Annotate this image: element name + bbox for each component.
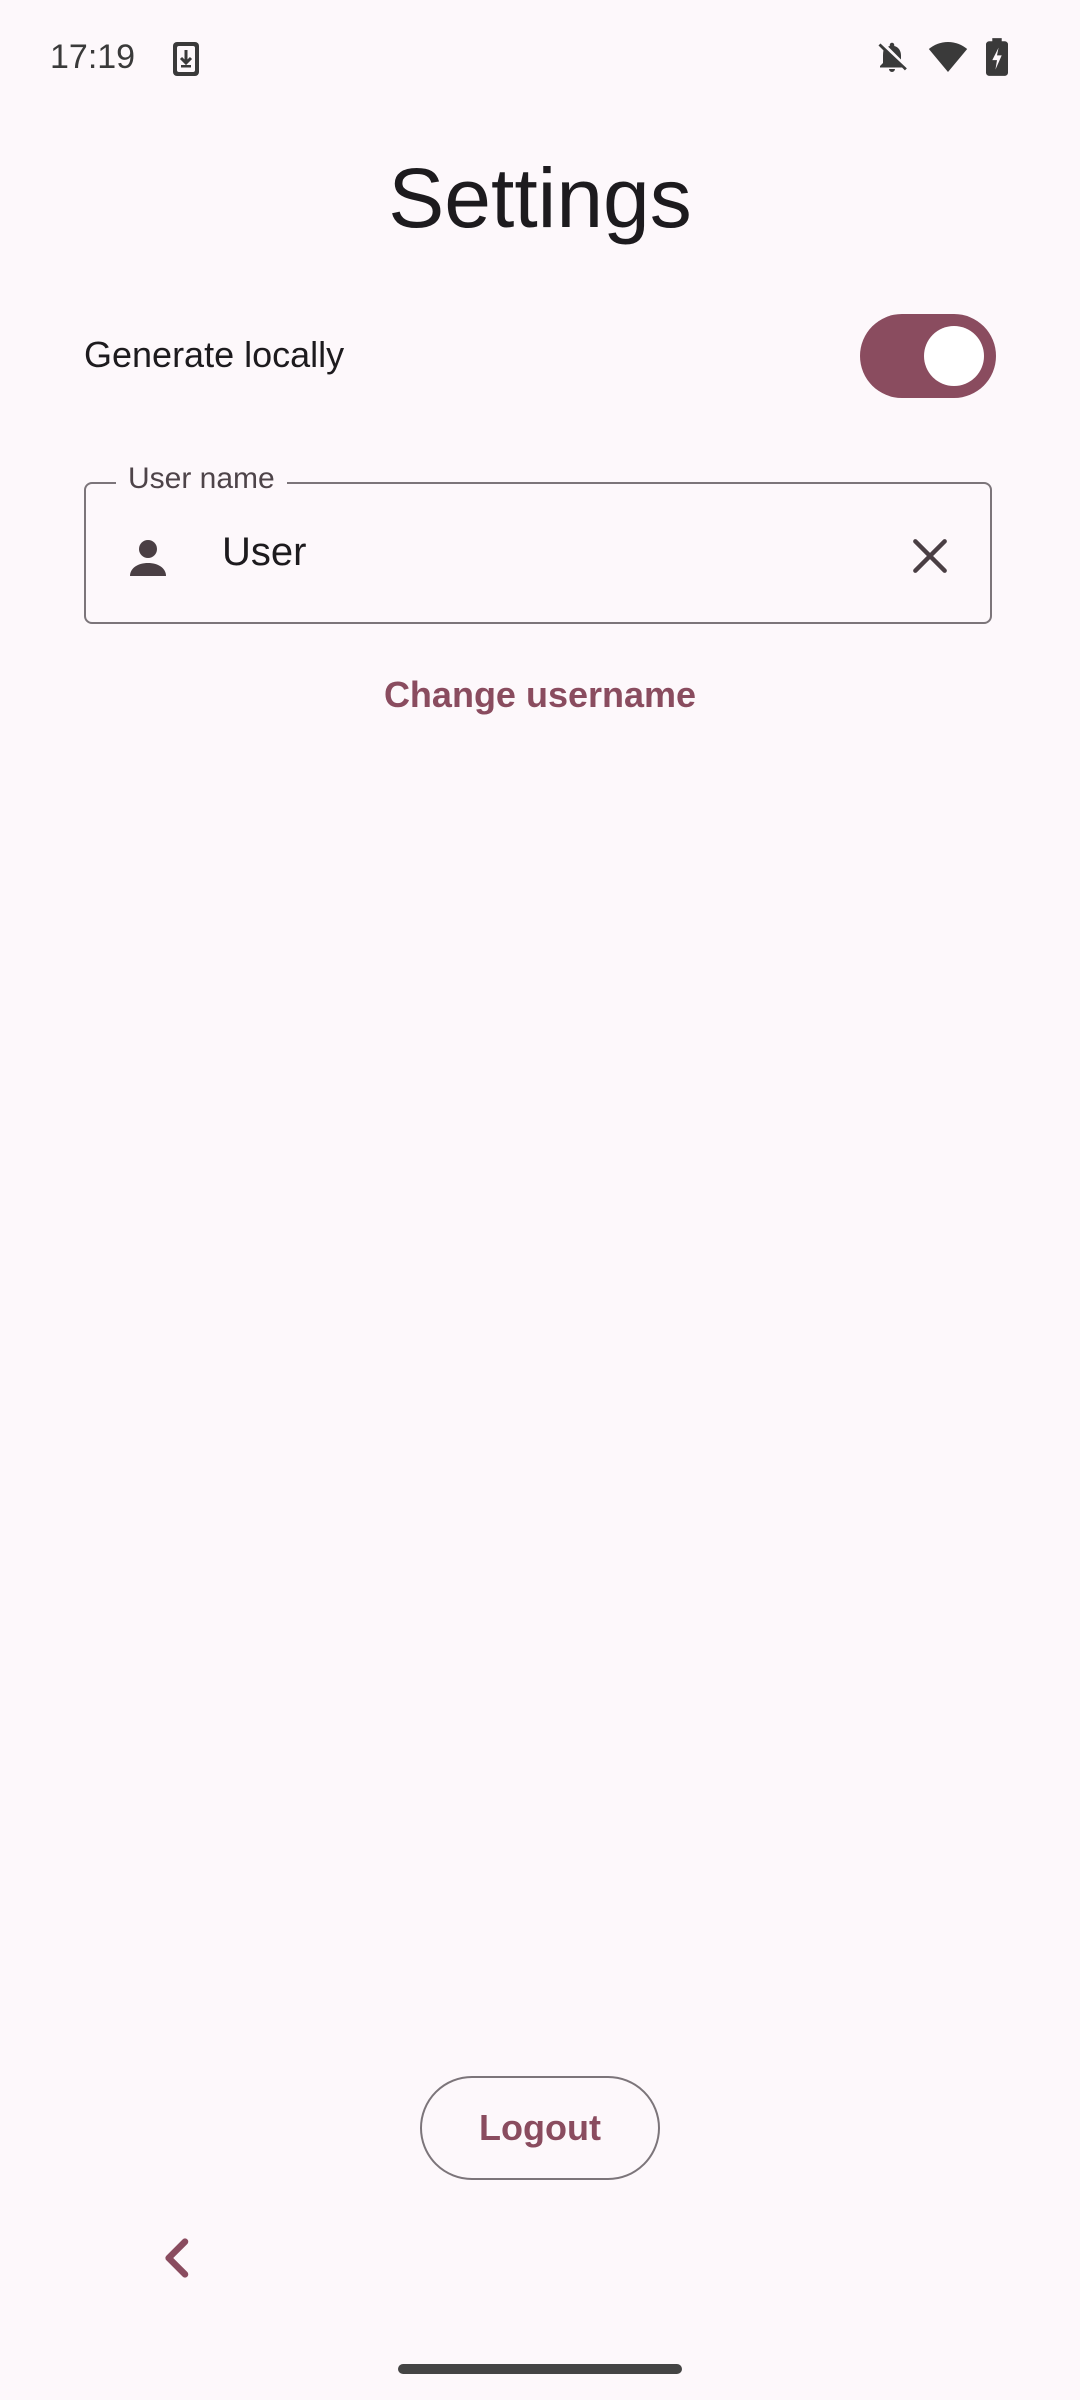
battery-charging-icon [986,38,1008,76]
change-username-button[interactable]: Change username [340,660,740,730]
username-field-label: User name [116,462,287,496]
chevron-left-icon[interactable] [150,2230,206,2286]
status-time: 17:19 [50,38,136,76]
person-icon [124,534,172,582]
username-field[interactable]: User name User [84,462,992,624]
generate-locally-row: Generate locally [84,312,996,398]
close-icon[interactable] [908,534,952,578]
status-bar: 17:19 [0,0,1080,120]
generate-locally-switch[interactable] [860,314,996,398]
home-indicator[interactable] [398,2364,682,2374]
switch-thumb [924,326,984,386]
bell-off-icon [874,39,910,75]
wifi-icon [928,40,968,74]
download-icon [171,40,201,78]
logout-button[interactable]: Logout [420,2076,660,2180]
page-title: Settings [388,151,692,245]
generate-locally-label: Generate locally [84,334,345,375]
username-input[interactable]: User [222,530,306,575]
status-icons [874,38,1008,76]
